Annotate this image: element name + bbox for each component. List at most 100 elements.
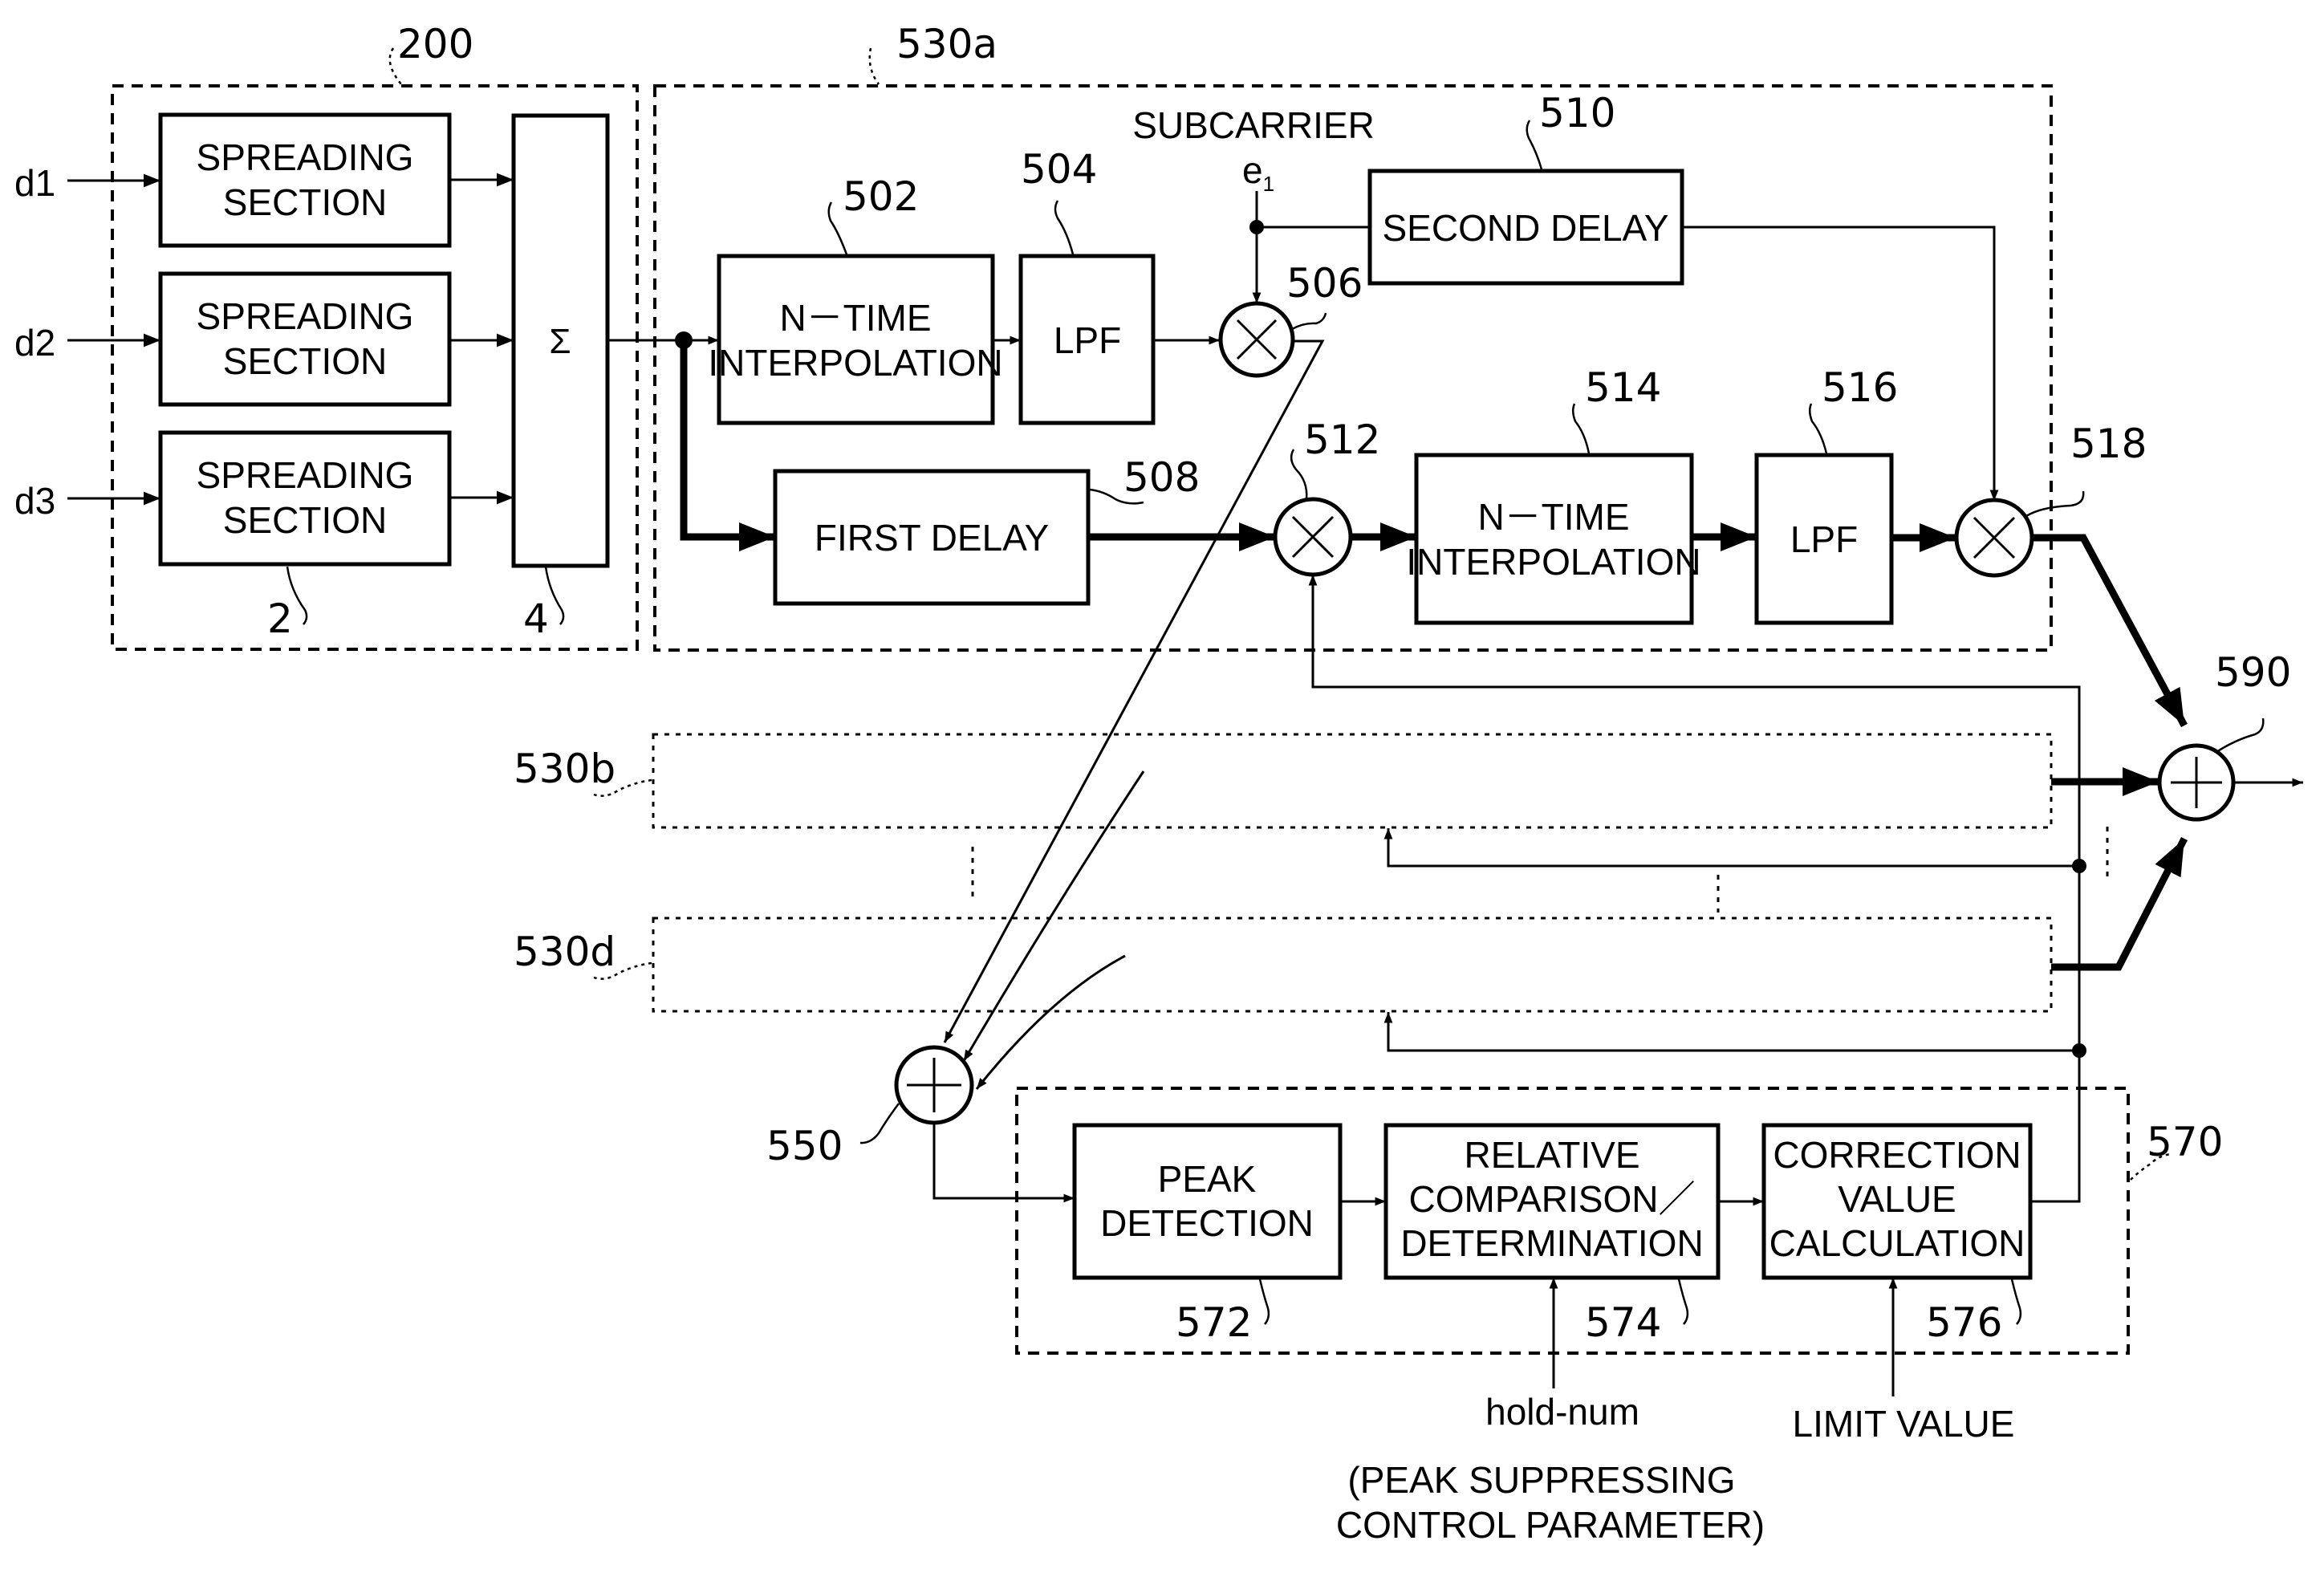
feedback-line-to-530d (1383, 1012, 2079, 1052)
line-adder-550-to-peak-detection (932, 1123, 1075, 1203)
multiplier-512 (1273, 497, 1353, 577)
limit-value-label: LIMIT VALUE (1793, 1403, 2015, 1445)
ref-label-510: 510 (1539, 90, 1615, 136)
interp2-line1: N－TIME (1477, 496, 1629, 538)
param-note-line2: CONTROL PARAMETER) (1336, 1504, 1765, 1546)
ref-label-550: 550 (766, 1123, 843, 1169)
lpf2-label: LPF (1790, 518, 1858, 560)
lpf-block-504: LPF (1018, 254, 1156, 425)
line-mult1-to-adder-550 (943, 339, 1325, 1043)
multiplier-518 (1954, 498, 2034, 578)
line-mult3-to-adder-590 (2033, 534, 2188, 728)
ref-label-200: 200 (397, 21, 473, 67)
ref-label-512: 512 (1304, 417, 1380, 463)
ref-label-504: 504 (1021, 146, 1097, 193)
ref-label-508: 508 (1123, 454, 1200, 501)
multiplier-506 (1218, 301, 1295, 378)
branch-530d: 530d (514, 917, 2053, 1013)
branch-530d-boundary (652, 917, 2053, 1013)
sigma-symbol: Σ (549, 322, 571, 361)
ref-leader-530a (868, 47, 880, 85)
correction-value-line1: CORRECTION (1773, 1134, 2021, 1176)
peak-detection-block-572: PEAK DETECTION (1072, 1123, 1343, 1280)
ref-label-590: 590 (2215, 649, 2291, 696)
ref-leader-504 (1054, 200, 1075, 255)
ref-leader-572 (1258, 1278, 1270, 1325)
peak-detection-line1: PEAK (1158, 1158, 1257, 1200)
ref-leader-514 (1572, 403, 1591, 454)
adder-590 (2157, 743, 2236, 822)
interp1-line2: INTERPOLATION (708, 342, 1002, 384)
ref-leader-576 (2010, 1278, 2022, 1325)
first-delay-block-508: FIRST DELAY (773, 469, 1091, 606)
ref-leader-550 (859, 1103, 900, 1144)
input-label-d1: d1 (14, 162, 55, 204)
ref-leader-590 (2216, 717, 2265, 754)
relative-comparison-block-574: RELATIVE COMPARISON／ DETERMINATION (1383, 1123, 1721, 1280)
spreader-group: 200 d1 d2 d3 SPREADING SECTION SPREADING… (14, 21, 639, 651)
spreading-section-3: SPREADING SECTION (158, 430, 452, 567)
relative-comparison-line2: COMPARISON／ (1409, 1178, 1696, 1220)
ref-label-570: 570 (2147, 1119, 2223, 1165)
block-diagram: 200 d1 d2 d3 SPREADING SECTION SPREADING… (14, 21, 2303, 1546)
junction-dot-feedback-d (2072, 1043, 2086, 1058)
ref-label-530d: 530d (514, 929, 616, 975)
param-note-line1: (PEAK SUPPRESSING (1347, 1459, 1735, 1501)
second-delay-block-510: SECOND DELAY (1367, 169, 1684, 286)
ref-label-516: 516 (1822, 364, 1898, 411)
peak-suppressor-570: 570 PEAK DETECTION 572 RELATIVE COMPARIS… (1015, 1087, 2223, 1396)
lpf-block-516: LPF (1754, 453, 1894, 625)
interpolation-block-502: N－TIME INTERPOLATION (708, 254, 1003, 425)
hold-num-label: hold-num (1485, 1391, 1639, 1433)
spreading-section-2: SPREADING SECTION (158, 271, 452, 407)
ref-leader-574 (1677, 1278, 1689, 1325)
relative-comparison-line1: RELATIVE (1465, 1134, 1640, 1176)
first-delay-label: FIRST DELAY (815, 517, 1049, 559)
ref-label-2: 2 (267, 595, 293, 642)
junction-dot-feedback-b (2072, 859, 2086, 873)
interpolation-block-514: N－TIME INTERPOLATION (1406, 453, 1701, 625)
ref-label-530b: 530b (514, 746, 616, 792)
ref-label-506: 506 (1286, 260, 1363, 307)
ref-label-502: 502 (843, 173, 919, 220)
lpf1-label: LPF (1054, 319, 1121, 361)
relative-comparison-line3: DETERMINATION (1400, 1222, 1703, 1264)
subcarrier-symbol: e1 (1242, 149, 1274, 196)
branch-530b: 530b (514, 733, 2053, 829)
second-delay-label: SECOND DELAY (1382, 207, 1668, 249)
subcarrier-label: SUBCARRIER (1132, 104, 1375, 146)
feedback-line-to-530b (1383, 828, 2079, 868)
ref-label-514: 514 (1585, 364, 1661, 411)
spreading-section-2-line2: SECTION (223, 340, 387, 382)
branch-530b-boundary (652, 733, 2053, 829)
peak-detection-line2: DETECTION (1100, 1202, 1314, 1244)
correction-value-line3: CALCULATION (1769, 1222, 2025, 1264)
spreading-section-1-line1: SPREADING (197, 136, 414, 178)
interp1-line1: N－TIME (779, 297, 931, 339)
spreading-section-2-line1: SPREADING (197, 295, 414, 337)
ref-leader-516 (1809, 403, 1828, 454)
ref-label-518: 518 (2070, 421, 2147, 467)
ref-label-572: 572 (1176, 1299, 1252, 1346)
line-branch-d-to-adder-550 (975, 954, 1126, 1090)
ref-label-530a: 530a (896, 21, 997, 67)
ref-label-574: 574 (1585, 1299, 1661, 1346)
spreading-section-3-line2: SECTION (223, 499, 387, 541)
spreading-section-1: SPREADING SECTION (158, 112, 452, 248)
branch-530a: 530a N－TIME INTERPOLATION 502 LPF 504 SU… (607, 21, 2147, 652)
adder-550 (894, 1045, 974, 1125)
ref-leader-518 (2023, 490, 2085, 519)
spreading-section-1-line2: SECTION (223, 181, 387, 223)
input-label-d2: d2 (14, 322, 55, 364)
ref-leader-506 (1291, 312, 1327, 331)
line-530d-to-adder-590 (2051, 836, 2188, 971)
ref-label-4: 4 (523, 595, 549, 642)
feedback-line-to-mult2 (1308, 575, 2081, 1203)
correction-value-block-576: CORRECTION VALUE CALCULATION (1761, 1123, 2033, 1280)
input-label-d3: d3 (14, 480, 55, 522)
ref-label-576: 576 (1926, 1299, 2002, 1346)
line-branch-b-to-adder-550 (962, 770, 1145, 1062)
correction-value-line2: VALUE (1838, 1178, 1956, 1220)
interp2-line2: INTERPOLATION (1406, 541, 1700, 583)
spreading-section-3-line1: SPREADING (197, 454, 414, 496)
